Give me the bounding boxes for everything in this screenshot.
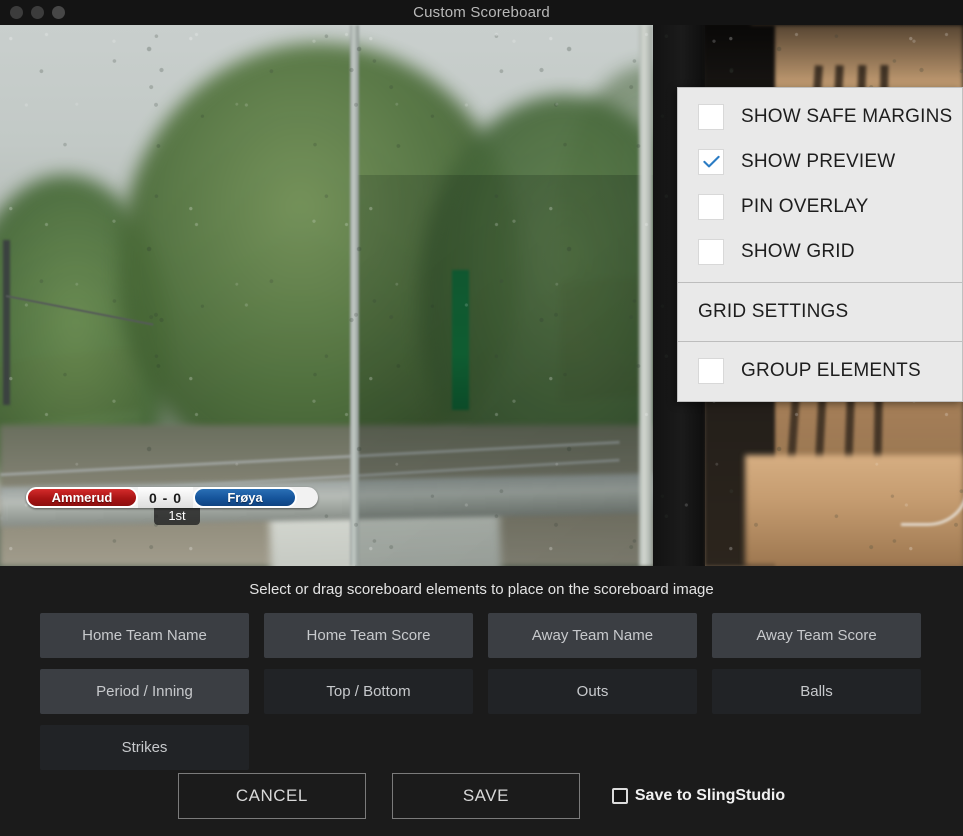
element-button-strikes[interactable]: Strikes (40, 725, 249, 770)
group-elements-group: GROUP ELEMENTS (678, 342, 962, 401)
show-grid-checkbox[interactable] (698, 238, 724, 265)
zoom-button[interactable] (52, 6, 65, 19)
element-button-period-inning[interactable]: Period / Inning (40, 669, 249, 714)
menu-label-grid-settings: GRID SETTINGS (698, 301, 849, 322)
save-to-slingstudio-label: Save to SlingStudio (634, 787, 786, 804)
menu-item-show-safe-margins[interactable]: SHOW SAFE MARGINS (678, 94, 962, 139)
dialog-actions: CANCEL SAVE Save to SlingStudio (0, 773, 963, 819)
menu-label-show-grid: SHOW GRID (741, 240, 855, 262)
window-title: Custom Scoreboard (413, 4, 550, 21)
element-button-away-team-name[interactable]: Away Team Name (488, 613, 697, 658)
window-controls (10, 6, 65, 19)
custom-scoreboard-window: Custom Scoreboard Ammerud 0 - 0 Frøya 1s… (0, 0, 963, 836)
check-icon (702, 155, 720, 167)
scoreboard-period[interactable]: 1st (154, 507, 200, 525)
element-button-balls[interactable]: Balls (712, 669, 921, 714)
menu-item-grid-settings[interactable]: GRID SETTINGS (678, 283, 962, 341)
video-preview-canvas[interactable]: Ammerud 0 - 0 Frøya 1st SHOW SAFE MARGIN… (0, 25, 963, 566)
element-button-home-team-name[interactable]: Home Team Name (40, 613, 249, 658)
scoreboard-period-row: 1st (26, 507, 318, 525)
scoreboard-score[interactable]: 0 - 0 (138, 487, 194, 508)
group-elements-checkbox[interactable] (698, 357, 724, 384)
instruction-text: Select or drag scoreboard elements to pl… (249, 581, 714, 598)
menu-item-show-preview[interactable]: SHOW PREVIEW (678, 139, 962, 184)
minimize-button[interactable] (31, 6, 44, 19)
title-bar: Custom Scoreboard (0, 0, 963, 25)
menu-label-show-safe-margins: SHOW SAFE MARGINS (741, 105, 953, 127)
menu-label-group-elements: GROUP ELEMENTS (741, 359, 921, 381)
save-to-slingstudio-checkbox[interactable] (611, 788, 628, 804)
menu-label-pin-overlay: PIN OVERLAY (741, 195, 869, 217)
element-button-away-team-score[interactable]: Away Team Score (712, 613, 921, 658)
scoreboard-editor-panel: Select or drag scoreboard elements to pl… (0, 566, 963, 836)
menu-label-show-preview: SHOW PREVIEW (741, 150, 896, 172)
save-button[interactable]: SAVE (391, 773, 580, 819)
scoreboard-overlay[interactable]: Ammerud 0 - 0 Frøya 1st (26, 487, 318, 525)
save-to-slingstudio-row[interactable]: Save to SlingStudio (611, 787, 786, 805)
scoreboard-elements-grid: Home Team Name Home Team Score Away Team… (40, 613, 923, 770)
scoreboard-away-team-name[interactable]: Frøya (193, 487, 298, 508)
menu-item-show-grid[interactable]: SHOW GRID (678, 229, 962, 274)
element-button-home-team-score[interactable]: Home Team Score (264, 613, 473, 658)
close-button[interactable] (10, 6, 23, 19)
element-button-top-bottom[interactable]: Top / Bottom (264, 669, 473, 714)
overlay-options-menu[interactable]: SHOW SAFE MARGINS SHOW PREVIEW PIN OVERL… (677, 87, 963, 402)
menu-item-pin-overlay[interactable]: PIN OVERLAY (678, 184, 962, 229)
cancel-button[interactable]: CANCEL (177, 773, 366, 819)
menu-item-group-elements[interactable]: GROUP ELEMENTS (678, 348, 962, 393)
show-safe-margins-checkbox[interactable] (698, 103, 724, 130)
show-preview-checkbox[interactable] (698, 148, 724, 175)
scoreboard-home-team-name[interactable]: Ammerud (26, 487, 138, 508)
element-button-outs[interactable]: Outs (488, 669, 697, 714)
scoreboard-bar[interactable]: Ammerud 0 - 0 Frøya (26, 487, 318, 508)
overlay-options-group: SHOW SAFE MARGINS SHOW PREVIEW PIN OVERL… (678, 88, 962, 282)
pin-overlay-checkbox[interactable] (698, 193, 724, 220)
